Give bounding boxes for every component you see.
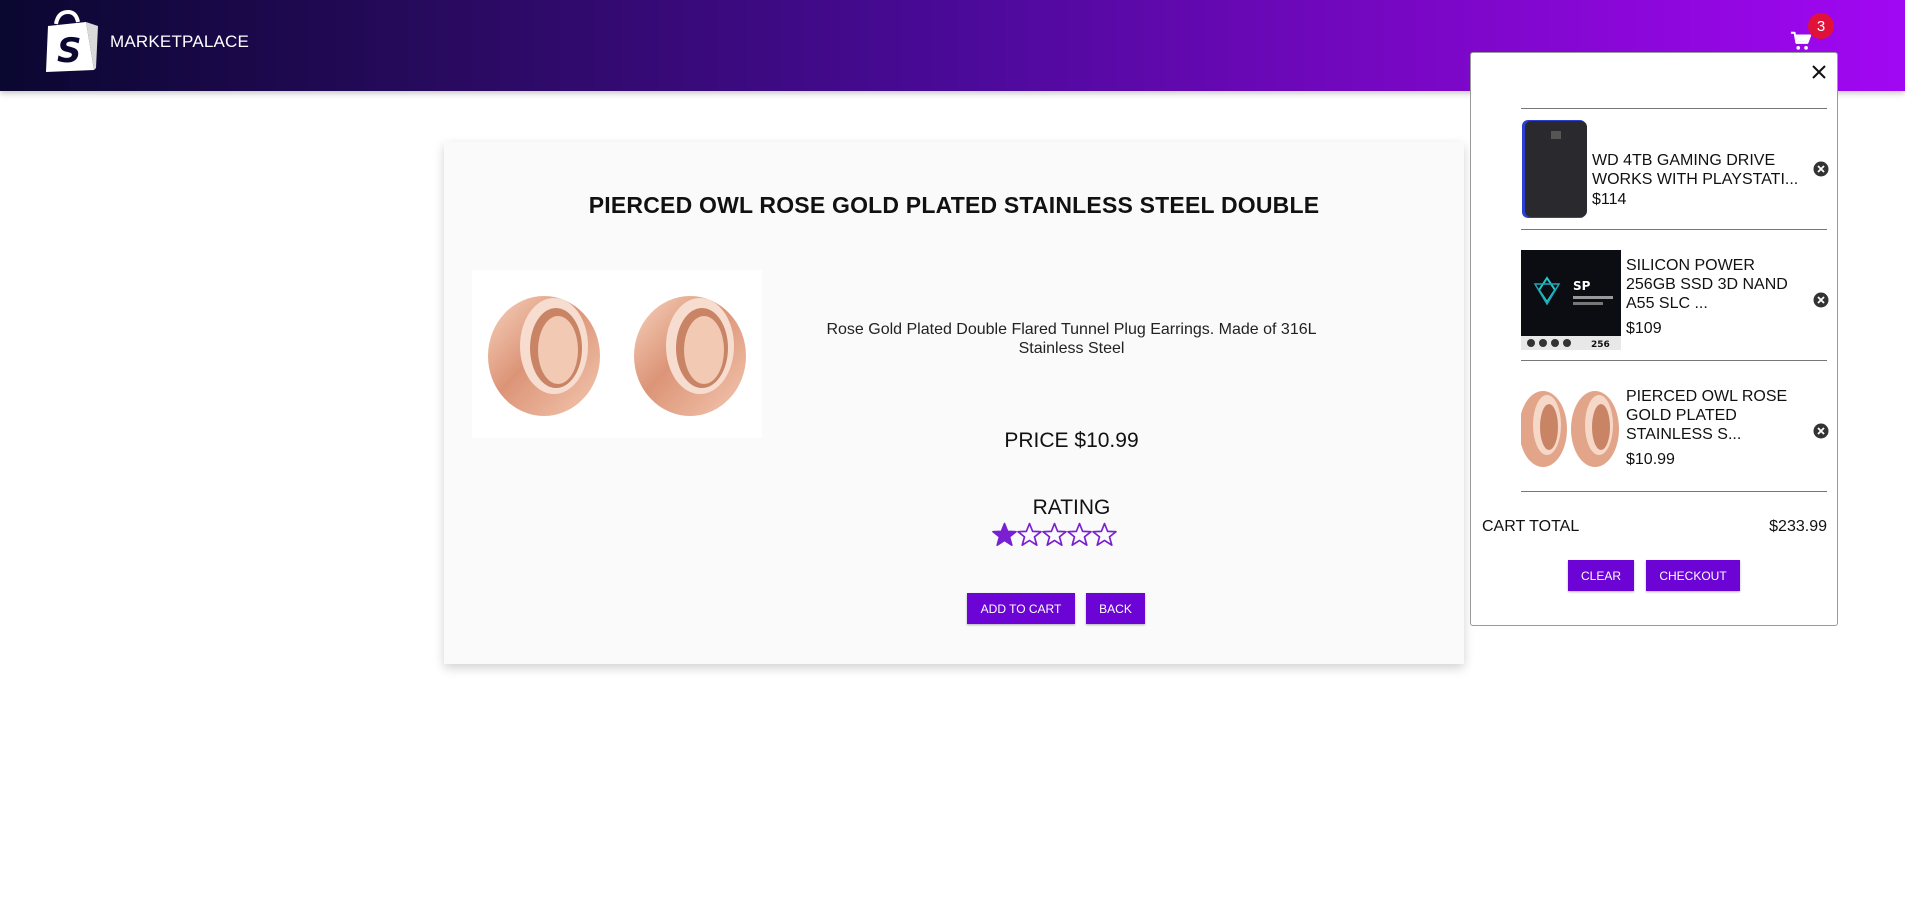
star-outline-icon (1017, 522, 1042, 546)
cart-item-image (1522, 120, 1587, 218)
add-to-cart-button[interactable]: ADD TO CART (967, 593, 1075, 624)
svg-text:S: S (57, 31, 82, 71)
remove-item-icon[interactable] (1813, 423, 1829, 439)
cart-divider (1521, 360, 1827, 361)
cart-divider (1521, 491, 1827, 492)
cart-total-label: CART TOTAL (1482, 518, 1580, 535)
back-button[interactable]: BACK (1086, 593, 1145, 624)
cart-icon[interactable] (1790, 30, 1812, 52)
star-outline-icon (1092, 522, 1117, 546)
cart-item-name: SILICON POWER 256GB SSD 3D NAND A55 SLC … (1626, 257, 1788, 312)
product-image (472, 270, 762, 438)
cart-item: WD 4TB GAMING DRIVE WORKS WITH PLAYSTATI… (1521, 119, 1829, 219)
cart-divider (1521, 108, 1827, 109)
svg-text:SP: SP (1573, 279, 1591, 293)
star-outline-icon (1042, 522, 1067, 546)
cart-item-price: $109 (1626, 320, 1662, 337)
product-price: PRICE $10.99 (1004, 429, 1139, 452)
product-title: PIERCED OWL ROSE GOLD PLATED STAINLESS S… (588, 192, 1320, 218)
cart-item: SP 256 SILICON POWER 256GB SSD 3D NAND A… (1521, 250, 1829, 350)
checkout-button[interactable]: CHECKOUT (1646, 560, 1740, 591)
remove-item-icon[interactable] (1813, 161, 1829, 177)
brand-name: MARKETPALACE (110, 32, 250, 51)
cart-divider (1521, 229, 1827, 230)
svg-text:256: 256 (1591, 340, 1610, 350)
brand[interactable]: S MARKETPALACE (42, 10, 249, 74)
cart-item-image (1521, 381, 1621, 481)
clear-cart-button[interactable]: CLEAR (1568, 560, 1634, 591)
rating-label: RATING (1032, 496, 1111, 519)
cart-item-price: $10.99 (1626, 451, 1675, 468)
cart-item-image: SP 256 (1521, 250, 1621, 350)
shopping-bag-icon: S (46, 10, 98, 72)
star-rating (992, 522, 1117, 547)
star-outline-icon (1067, 522, 1092, 546)
cart-item-name: WD 4TB GAMING DRIVE WORKS WITH PLAYSTATI… (1592, 152, 1799, 188)
cart-total-value: $233.99 (1769, 518, 1827, 535)
cart-dropdown: WD 4TB GAMING DRIVE WORKS WITH PLAYSTATI… (1470, 52, 1838, 626)
cart-item-name: PIERCED OWL ROSE GOLD PLATED STAINLESS S… (1626, 388, 1788, 443)
product-description: Rose Gold Plated Double Flared Tunnel Pl… (826, 321, 1317, 357)
star-filled-icon (992, 522, 1017, 546)
cart-item-price: $114 (1592, 191, 1627, 208)
close-icon[interactable] (1811, 64, 1827, 80)
cart-count-badge: 3 (1808, 13, 1834, 39)
remove-item-icon[interactable] (1813, 292, 1829, 308)
cart-item: PIERCED OWL ROSE GOLD PLATED STAINLESS S… (1521, 381, 1829, 481)
product-detail-card: PIERCED OWL ROSE GOLD PLATED STAINLESS S… (444, 142, 1464, 664)
